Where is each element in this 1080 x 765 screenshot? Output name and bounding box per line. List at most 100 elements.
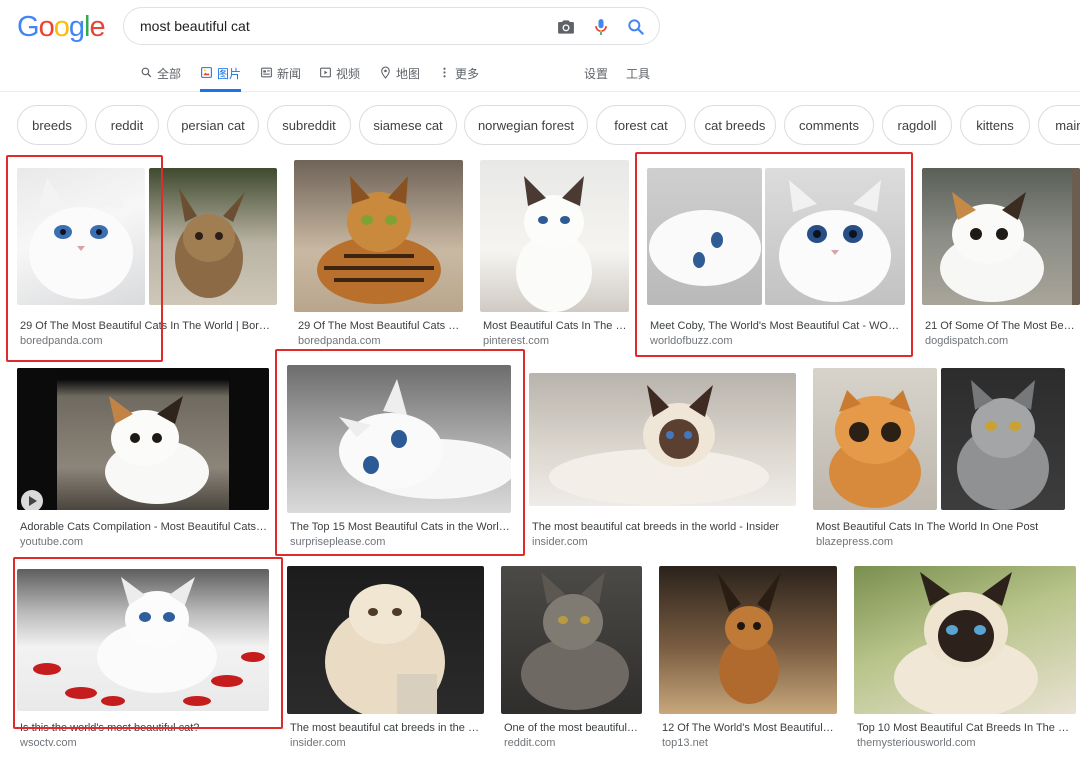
result-title[interactable]: Most Beautiful Cats In The W...	[483, 320, 628, 332]
cat-photo	[175, 188, 245, 298]
logo-letter: g	[68, 11, 85, 43]
more-vert-icon	[443, 67, 446, 78]
result-image[interactable]	[922, 168, 1080, 305]
result-title[interactable]: 29 Of The Most Beautiful Cats In ...	[298, 320, 460, 332]
result-image[interactable]	[854, 566, 1076, 714]
result-title[interactable]: Adorable Cats Compilation - Most Beautif…	[20, 521, 270, 533]
cat-photo	[649, 210, 761, 286]
result-image[interactable]	[529, 373, 796, 506]
result-source[interactable]: pinterest.com	[483, 335, 549, 347]
cat-photo	[33, 577, 265, 706]
video-icon	[320, 67, 331, 78]
image-icon	[201, 67, 212, 78]
chip[interactable]: subreddit	[267, 105, 351, 145]
result-source[interactable]: boredpanda.com	[20, 335, 103, 347]
tab-maps[interactable]: 地图	[379, 58, 420, 91]
microphone-icon[interactable]	[591, 17, 611, 37]
logo-letter: o	[53, 11, 70, 43]
tab-images[interactable]: 图片	[200, 58, 242, 92]
chip[interactable]: ragdoll	[882, 105, 952, 145]
tab-videos[interactable]: 视频	[319, 58, 360, 91]
result-image[interactable]	[765, 168, 905, 305]
result-image[interactable]	[501, 566, 642, 714]
cat-photo	[549, 385, 769, 505]
result-source[interactable]: themysteriousworld.com	[857, 737, 976, 749]
result-title[interactable]: Meet Coby, The World's Most Beautiful Ca…	[650, 320, 902, 332]
tab-label: 地图	[396, 67, 421, 81]
result-source[interactable]: worldofbuzz.com	[650, 335, 733, 347]
result-image[interactable]	[17, 569, 269, 711]
chip[interactable]: reddit	[95, 105, 159, 145]
result-title[interactable]: Most Beautiful Cats In The World In One …	[816, 521, 1066, 533]
result-title[interactable]: The most beautiful cat breeds in the wor…	[532, 521, 794, 533]
result-title[interactable]: The Top 15 Most Beautiful Cats in the Wo…	[290, 521, 512, 533]
settings-link[interactable]: 设置	[584, 65, 608, 82]
logo-letter: o	[38, 11, 55, 43]
tab-label: 新闻	[277, 67, 302, 81]
chip[interactable]: cat breeds	[694, 105, 776, 145]
chip[interactable]: siamese cat	[359, 105, 457, 145]
tools-link[interactable]: 工具	[626, 65, 650, 82]
result-image[interactable]	[813, 368, 937, 510]
cat-photo	[957, 380, 1049, 510]
play-icon	[21, 490, 43, 510]
tab-more[interactable]: 更多	[438, 58, 479, 91]
news-icon	[261, 67, 272, 78]
result-source[interactable]: youtube.com	[20, 536, 83, 548]
result-source[interactable]: boredpanda.com	[298, 335, 381, 347]
map-pin-icon	[381, 66, 390, 79]
logo-letter: e	[89, 11, 105, 43]
search-input[interactable]	[140, 8, 540, 44]
result-image[interactable]	[287, 566, 484, 714]
result-image[interactable]	[647, 168, 762, 305]
cat-photo	[940, 168, 1080, 305]
search-icon[interactable]	[626, 17, 646, 37]
result-title[interactable]: One of the most beautiful c...	[504, 722, 640, 734]
search-box	[123, 7, 660, 45]
tab-news[interactable]: 新闻	[260, 58, 301, 91]
result-title[interactable]: The most beautiful cat breeds in the wo.…	[290, 722, 482, 734]
cat-photo	[29, 178, 133, 299]
tab-all[interactable]: 全部	[140, 58, 181, 91]
camera-icon[interactable]	[556, 17, 576, 37]
result-source[interactable]: blazepress.com	[816, 536, 893, 548]
cat-photo	[339, 379, 511, 499]
chip[interactable]: comments	[784, 105, 874, 145]
chip[interactable]: forest cat	[596, 105, 686, 145]
result-title[interactable]: Is this the world's most beautiful cat?	[20, 722, 270, 734]
cat-photo	[317, 176, 441, 304]
google-logo[interactable]: Google	[17, 11, 106, 44]
result-source[interactable]: insider.com	[290, 737, 346, 749]
result-title[interactable]: 21 Of Some Of The Most Beautiful	[925, 320, 1080, 332]
result-image[interactable]	[17, 368, 269, 510]
result-image[interactable]	[17, 168, 145, 305]
result-image[interactable]	[149, 168, 277, 305]
result-image[interactable]	[659, 566, 837, 714]
chip[interactable]: maine	[1038, 105, 1080, 145]
result-source[interactable]: dogdispatch.com	[925, 335, 1008, 347]
cat-photo	[717, 572, 781, 704]
cat-photo	[325, 584, 445, 714]
result-title[interactable]: Top 10 Most Beautiful Cat Breeds In The …	[857, 722, 1075, 734]
result-image[interactable]	[287, 365, 511, 513]
result-title[interactable]: 12 Of The World's Most Beautiful C...	[662, 722, 834, 734]
result-source[interactable]: insider.com	[532, 536, 588, 548]
result-title[interactable]: 29 Of The Most Beautiful Cats In The Wor…	[20, 320, 272, 332]
result-image[interactable]	[294, 160, 463, 312]
chip[interactable]: breeds	[17, 105, 87, 145]
chip[interactable]: persian cat	[167, 105, 259, 145]
chip[interactable]: kittens	[960, 105, 1030, 145]
result-source[interactable]: top13.net	[662, 737, 708, 749]
chip[interactable]: norwegian forest	[464, 105, 588, 145]
cat-photo	[829, 390, 921, 508]
result-source[interactable]: surpriseplease.com	[290, 536, 385, 548]
tab-label: 图片	[217, 67, 242, 81]
result-image[interactable]	[941, 368, 1065, 510]
cat-photo	[17, 368, 269, 510]
result-image[interactable]	[480, 160, 629, 312]
result-source[interactable]: reddit.com	[504, 737, 555, 749]
cat-photo	[779, 180, 891, 302]
result-source[interactable]: wsoctv.com	[20, 737, 77, 749]
logo-letter: G	[17, 11, 40, 43]
cat-photo	[521, 572, 629, 710]
